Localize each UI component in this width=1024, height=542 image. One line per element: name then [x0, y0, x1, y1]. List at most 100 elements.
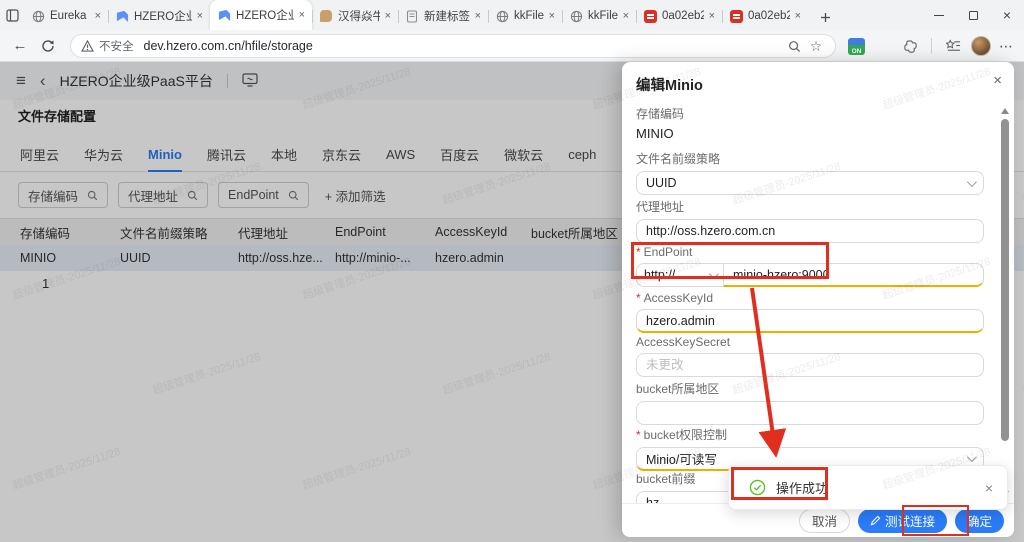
profile-avatar[interactable]: [971, 36, 991, 56]
browser-tab-active[interactable]: HZERO企业 ×: [210, 0, 312, 30]
endpoint-protocol-select[interactable]: http://: [636, 263, 724, 287]
pdf-favicon: [729, 9, 743, 23]
close-tab-icon[interactable]: ×: [475, 10, 481, 22]
tab-title: Eureka: [50, 10, 90, 22]
handy-favicon: [319, 9, 333, 23]
proxy-address-input[interactable]: [636, 219, 984, 243]
maximize-button[interactable]: [956, 0, 990, 30]
tab-title: kkFileView: [588, 10, 618, 22]
field-prefix-policy: 文件名前缀策略 UUID: [636, 150, 984, 195]
scrollbar-thumb[interactable]: [1001, 119, 1009, 441]
chevron-down-icon: [967, 452, 977, 462]
tab-title: kkFileView: [514, 10, 544, 22]
toast-message: 操作成功: [776, 478, 985, 497]
drawer-title: 编辑Minio: [636, 74, 703, 95]
tab-title: HZERO企业: [236, 7, 294, 23]
required-asterisk: *: [636, 245, 641, 259]
field-label: EndPoint: [644, 245, 693, 259]
close-window-button[interactable]: ×: [990, 0, 1024, 30]
globe-icon: [495, 9, 509, 23]
test-connection-button[interactable]: 测试连接: [858, 509, 947, 533]
browser-tab[interactable]: Eureka ×: [24, 2, 108, 30]
favorites-collections-icon[interactable]: [939, 39, 967, 54]
field-proxy-address: 代理地址: [636, 198, 984, 243]
favorite-star-icon[interactable]: ☆: [805, 38, 827, 55]
close-tab-icon[interactable]: ×: [385, 10, 391, 22]
address-bar[interactable]: 不安全 dev.hzero.com.cn/hfile/storage ☆: [70, 34, 836, 58]
window-controls: ×: [922, 0, 1024, 30]
chevron-down-icon: [709, 269, 719, 279]
close-tab-icon[interactable]: ×: [549, 10, 555, 22]
endpoint-input[interactable]: [723, 263, 984, 287]
browser-tab[interactable]: kkFileView ×: [488, 2, 562, 30]
close-tab-icon[interactable]: ×: [95, 10, 101, 22]
selected-value: UUID: [646, 176, 967, 190]
tab-actions-menu-icon[interactable]: [0, 0, 24, 30]
close-tab-icon[interactable]: ×: [623, 10, 629, 22]
new-tab-button[interactable]: [812, 4, 838, 30]
field-label: 代理地址: [636, 200, 684, 214]
pencil-icon: [870, 515, 881, 526]
page: ≡ ‹ HZERO企业级PaaS平台 文件存储配置 阿里云 华为云 Minio …: [0, 62, 1024, 542]
required-asterisk: *: [636, 428, 641, 442]
close-tab-icon[interactable]: ×: [197, 10, 203, 22]
test-connection-label: 测试连接: [885, 511, 935, 530]
tab-title: 新建标签页: [424, 8, 470, 24]
tab-title: 0a02eb22: [748, 10, 790, 22]
tab-title: HZERO企业: [134, 8, 192, 24]
close-tab-icon[interactable]: ×: [299, 9, 305, 21]
minimize-button[interactable]: [922, 0, 956, 30]
field-label: bucket前缀: [636, 472, 695, 486]
prefix-policy-select[interactable]: UUID: [636, 171, 984, 195]
security-label[interactable]: 不安全: [99, 38, 134, 54]
tab-title: 0a02eb22: [662, 10, 704, 22]
tab-title: 汉得焱牛开: [338, 8, 380, 24]
drawer-scrollbar[interactable]: [999, 106, 1011, 497]
zoom-icon[interactable]: [783, 40, 805, 53]
browser-menu-icon[interactable]: ⋯: [995, 38, 1018, 55]
browser-tab[interactable]: 0a02eb22 ×: [636, 2, 722, 30]
browser-tab[interactable]: 0a02eb22 ×: [722, 2, 808, 30]
field-label: AccessKeySecret: [636, 335, 730, 349]
access-key-id-input[interactable]: [636, 309, 984, 333]
browser-toolbar: ← 不安全 dev.hzero.com.cn/hfile/storage ☆ O…: [0, 30, 1024, 62]
close-tab-icon[interactable]: ×: [795, 10, 801, 22]
url-text[interactable]: dev.hzero.com.cn/hfile/storage: [144, 39, 784, 53]
browser-tab[interactable]: 汉得焱牛开 ×: [312, 2, 398, 30]
toolbar-divider: [931, 38, 932, 54]
ok-button[interactable]: 确定: [955, 509, 1004, 533]
bucket-region-input[interactable]: [636, 401, 984, 425]
refresh-icon[interactable]: [34, 39, 62, 53]
drawer-close-icon[interactable]: ×: [993, 72, 1002, 89]
field-access-key-id: *AccessKeyId: [636, 291, 984, 333]
tab-strip: Eureka × HZERO企业 × HZERO企业 × 汉得焱牛开 × 新建标…: [24, 0, 808, 30]
browser-tab[interactable]: HZERO企业 ×: [108, 2, 210, 30]
field-access-key-secret: AccessKeySecret: [636, 335, 984, 377]
field-label: bucket权限控制: [644, 428, 727, 442]
insecure-warning-icon: [81, 40, 94, 52]
success-toast: 操作成功 ×: [728, 465, 1008, 510]
extension-on-badge[interactable]: ON: [848, 38, 865, 55]
access-key-secret-input[interactable]: [636, 353, 984, 377]
close-tab-icon[interactable]: ×: [709, 10, 715, 22]
back-icon[interactable]: ←: [6, 37, 34, 54]
toast-close-icon[interactable]: ×: [985, 480, 993, 496]
field-storage-code: 存储编码 MINIO: [636, 105, 984, 141]
pdf-favicon: [643, 9, 657, 23]
field-label: bucket所属地区: [636, 382, 719, 396]
page-favicon: [405, 9, 419, 23]
globe-icon: [569, 9, 583, 23]
required-asterisk: *: [636, 291, 641, 305]
scroll-up-icon[interactable]: [1001, 108, 1009, 114]
field-label: 存储编码: [636, 107, 684, 121]
browser-titlebar: Eureka × HZERO企业 × HZERO企业 × 汉得焱牛开 × 新建标…: [0, 0, 1024, 30]
chevron-down-icon: [967, 177, 977, 187]
browser-tab[interactable]: 新建标签页 ×: [398, 2, 488, 30]
hzero-favicon: [217, 8, 231, 22]
field-label: AccessKeyId: [644, 291, 713, 305]
cancel-button[interactable]: 取消: [799, 509, 850, 533]
field-label: 文件名前缀策略: [636, 152, 720, 166]
field-endpoint: *EndPoint http://: [636, 245, 984, 287]
browser-tab[interactable]: kkFileView ×: [562, 2, 636, 30]
extensions-icon[interactable]: [896, 39, 924, 54]
